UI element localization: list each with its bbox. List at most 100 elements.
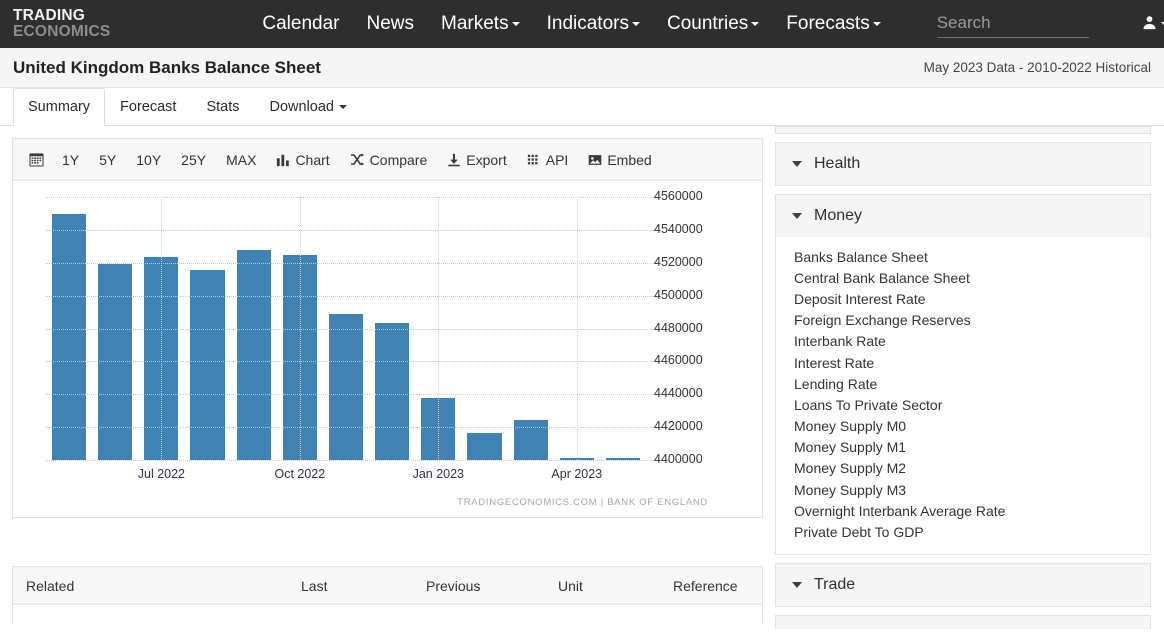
- tab-summary[interactable]: Summary: [13, 88, 106, 126]
- chevron-down-icon: [511, 22, 520, 26]
- chart-bar[interactable]: [513, 419, 548, 460]
- chart-bar[interactable]: [467, 432, 502, 460]
- column-header-reference: Reference: [673, 577, 738, 594]
- sidebar-indicator-link[interactable]: Interbank Rate: [776, 331, 1150, 352]
- y-axis-tick-label: 4520000: [654, 254, 703, 269]
- panel-partial-below[interactable]: [775, 614, 1151, 629]
- chart-toolbar: 1Y 5Y 10Y 25Y MAX Chart Compare Export A…: [13, 139, 762, 181]
- nav-item-calendar[interactable]: Calendar: [262, 13, 339, 35]
- gridline-horizontal: [46, 262, 654, 264]
- sidebar-indicator-link[interactable]: Interest Rate: [776, 352, 1150, 373]
- chart-bar[interactable]: [190, 270, 225, 460]
- chart-type-label: Chart: [295, 151, 330, 168]
- compare-button[interactable]: Compare: [340, 152, 438, 168]
- range-1y-button[interactable]: 1Y: [52, 152, 89, 168]
- nav-item-markets[interactable]: Markets: [441, 13, 520, 35]
- y-axis-labels: 4400000 4420000 4440000 4460000 4480000 45000…: [654, 189, 754, 471]
- sidebar-panel-title: Health: [814, 155, 861, 172]
- sidebar-panel-money-header[interactable]: Money: [776, 195, 1150, 237]
- search-input[interactable]: [936, 10, 1089, 38]
- sidebar-panel-health: Health: [775, 142, 1151, 186]
- chart-plot-area[interactable]: 4400000 4420000 4440000 4460000 4480000 45000…: [13, 189, 762, 491]
- nav-item-news[interactable]: News: [367, 13, 415, 35]
- y-axis-tick-label: 4560000: [654, 189, 703, 203]
- range-25y-button[interactable]: 25Y: [171, 152, 216, 168]
- sidebar-indicator-link[interactable]: Money Supply M0: [776, 416, 1150, 437]
- grid-icon: [527, 153, 541, 167]
- x-axis-tick-label: Jan 2023: [412, 467, 465, 481]
- chevron-down-icon: [631, 22, 640, 26]
- range-label: MAX: [226, 151, 257, 168]
- range-label: 10Y: [136, 151, 162, 168]
- chart-bar[interactable]: [236, 250, 271, 460]
- nav-item-label: Calendar: [262, 13, 340, 34]
- image-icon: [588, 153, 602, 167]
- nav-item-label: News: [366, 13, 415, 34]
- sidebar-indicator-link[interactable]: Money Supply M1: [776, 437, 1150, 458]
- chart-bar[interactable]: [375, 322, 410, 460]
- gridline-horizontal: [46, 361, 654, 363]
- sidebar-indicator-link[interactable]: Loans To Private Sector: [776, 394, 1150, 415]
- sidebar-indicator-link[interactable]: Banks Balance Sheet: [776, 246, 1150, 267]
- calendar-button[interactable]: [21, 152, 52, 167]
- export-button[interactable]: Export: [437, 152, 516, 168]
- tab-label: Download: [269, 98, 335, 115]
- bar-chart-icon: [276, 153, 290, 167]
- range-label: 1Y: [62, 151, 80, 168]
- range-10y-button[interactable]: 10Y: [126, 152, 171, 168]
- sidebar-indicator-link[interactable]: Overnight Interbank Average Rate: [776, 500, 1150, 521]
- gridline-horizontal: [46, 427, 654, 429]
- chart-bar[interactable]: [52, 214, 87, 460]
- sidebar-indicator-link[interactable]: Foreign Exchange Reserves: [776, 310, 1150, 331]
- y-axis-tick-label: 4480000: [654, 320, 703, 335]
- tab-label: Stats: [206, 98, 240, 115]
- y-axis-tick-label: 4500000: [654, 287, 703, 302]
- page-date-range: May 2023 Data - 2010-2022 Historical: [923, 60, 1151, 75]
- chart-type-button[interactable]: Chart: [266, 152, 339, 168]
- x-axis-tick-label: Oct 2022: [274, 467, 326, 481]
- sidebar-indicator-link[interactable]: Central Bank Balance Sheet: [776, 267, 1150, 288]
- nav-item-indicators[interactable]: Indicators: [547, 13, 640, 35]
- sidebar-indicator-link[interactable]: Lending Rate: [776, 373, 1150, 394]
- column-header-previous: Previous: [426, 577, 481, 594]
- y-axis-tick-label: 4540000: [654, 221, 703, 236]
- sidebar-indicator-link[interactable]: Deposit Interest Rate: [776, 288, 1150, 309]
- nav-items: Calendar News Markets Indicators Countri…: [262, 10, 1164, 38]
- main-column: 1Y 5Y 10Y 25Y MAX Chart Compare Export A…: [0, 126, 775, 623]
- range-max-button[interactable]: MAX: [216, 152, 266, 168]
- page-title-bar: United Kingdom Banks Balance Sheet May 2…: [0, 48, 1164, 88]
- column-header-related: Related: [26, 577, 75, 594]
- panel-partial-above[interactable]: [775, 126, 1151, 134]
- chevron-down-icon: [792, 213, 802, 219]
- chevron-down-icon: [339, 104, 348, 109]
- sidebar-indicator-link[interactable]: Money Supply M2: [776, 458, 1150, 479]
- range-label: 25Y: [181, 151, 207, 168]
- y-axis-tick-label: 4440000: [654, 386, 703, 401]
- sidebar-panel-title: Money: [814, 207, 863, 224]
- chart-bar[interactable]: [328, 313, 364, 460]
- tab-forecast[interactable]: Forecast: [105, 88, 191, 125]
- user-menu-button[interactable]: [1142, 15, 1164, 33]
- tab-stats[interactable]: Stats: [191, 88, 254, 125]
- gridline-vertical: [161, 197, 163, 460]
- embed-button[interactable]: Embed: [578, 152, 661, 168]
- search-container: [936, 10, 1089, 38]
- nav-item-countries[interactable]: Countries: [667, 13, 760, 35]
- nav-item-forecasts[interactable]: Forecasts: [786, 13, 881, 35]
- gridline-vertical: [438, 197, 440, 460]
- sidebar-indicator-link[interactable]: Private Debt To GDP: [776, 521, 1150, 542]
- related-indicators-table: Related Last Previous Unit Reference: [12, 566, 763, 623]
- api-button[interactable]: API: [517, 152, 579, 168]
- gridline-vertical: [576, 197, 578, 460]
- site-logo[interactable]: TRADING ECONOMICS: [0, 8, 110, 40]
- range-5y-button[interactable]: 5Y: [89, 152, 126, 168]
- sidebar-indicator-link[interactable]: Money Supply M3: [776, 479, 1150, 500]
- nav-item-label: Indicators: [546, 13, 629, 34]
- sidebar-panel-health-header[interactable]: Health: [776, 143, 1150, 185]
- export-label: Export: [466, 151, 507, 168]
- gridline-vertical: [299, 197, 301, 460]
- sidebar-panel-trade-header[interactable]: Trade: [776, 563, 1150, 606]
- tab-bar: Summary Forecast Stats Download: [0, 88, 1164, 126]
- chevron-down-icon: [751, 22, 760, 26]
- tab-download[interactable]: Download: [255, 88, 363, 125]
